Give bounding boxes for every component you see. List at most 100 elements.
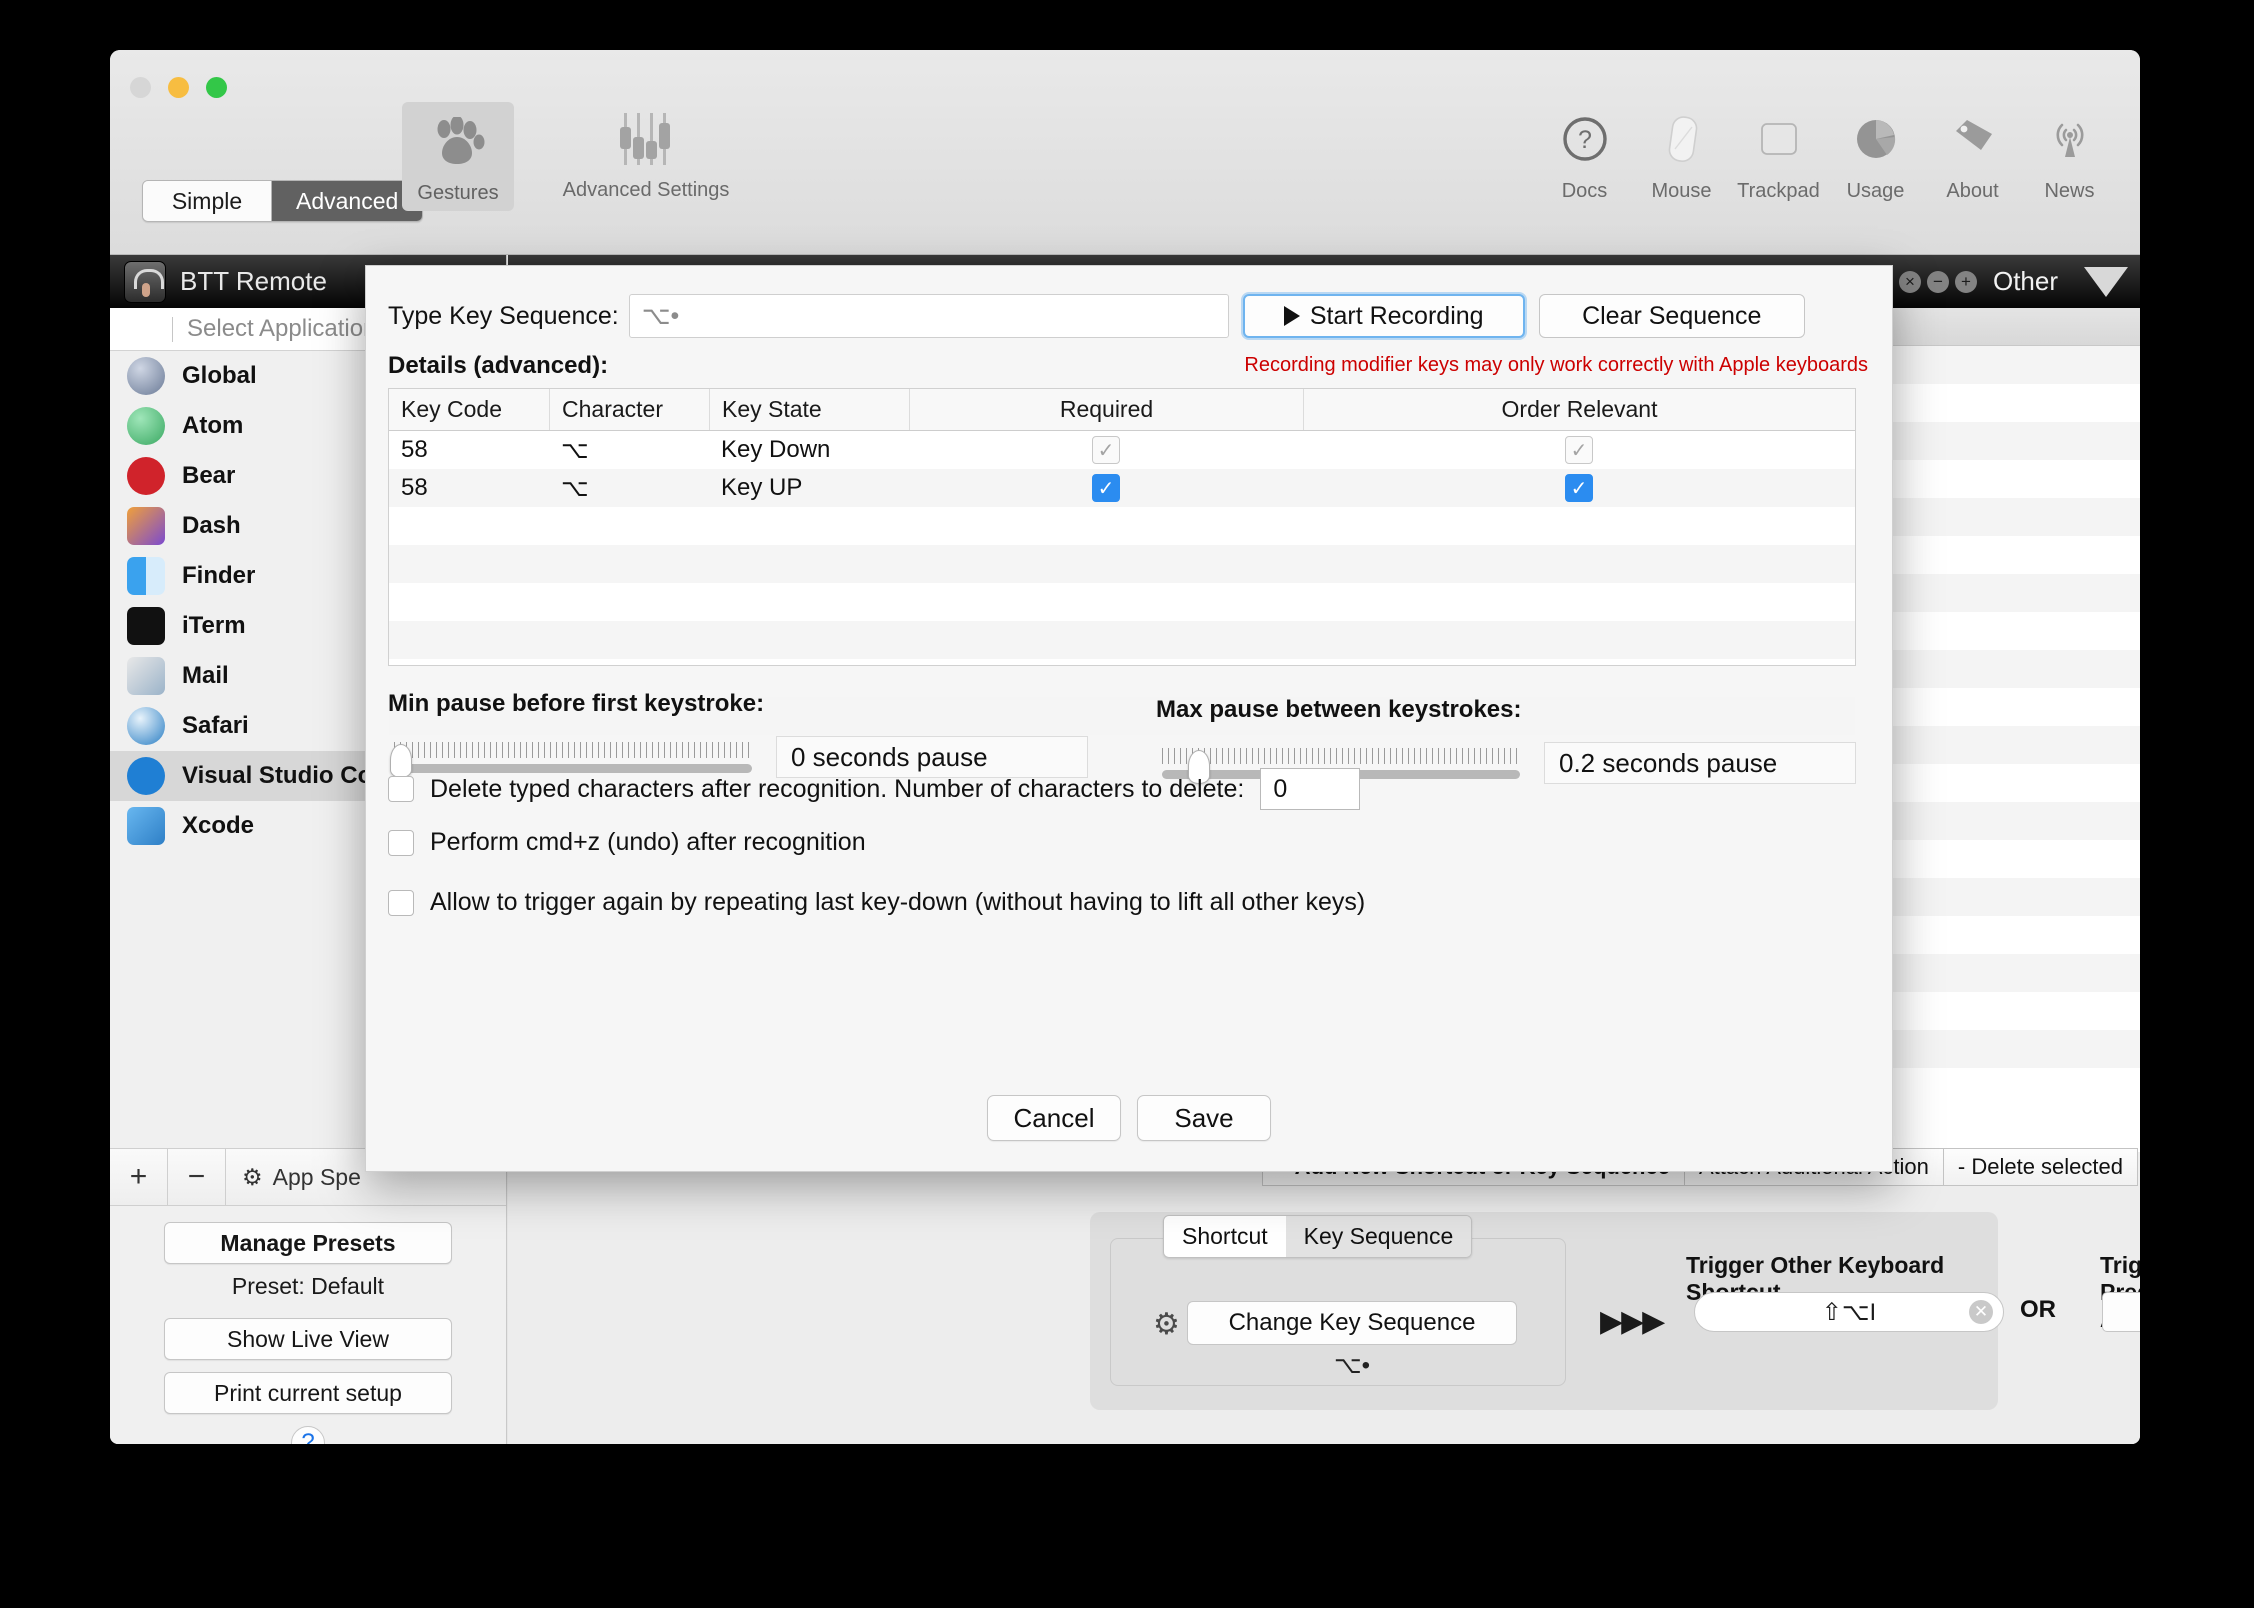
toolbar-item-about[interactable]: About bbox=[1924, 108, 2021, 203]
recording-warning-text: Recording modifier keys may only work co… bbox=[1244, 354, 1868, 376]
close-group-icon[interactable]: × bbox=[1898, 270, 1921, 293]
trackpad-icon bbox=[1755, 108, 1803, 170]
table-row-empty[interactable] bbox=[389, 583, 1855, 621]
option-perform-undo[interactable]: Perform cmd+z (undo) after recognition bbox=[388, 828, 866, 857]
checkbox-required-checked[interactable]: ✓ bbox=[1092, 474, 1120, 502]
add-application-button[interactable]: + bbox=[110, 1149, 168, 1205]
btt-remote-icon bbox=[124, 260, 166, 303]
min-pause-control: Min pause before first keystroke: 0 seco… bbox=[388, 690, 1088, 778]
key-sequence-input[interactable]: ⌥• bbox=[628, 294, 1229, 338]
toolbar-item-advanced-settings-label: Advanced Settings bbox=[562, 179, 730, 201]
toolbar-item-trackpad-label: Trackpad bbox=[1737, 180, 1820, 202]
preset-label: Preset: Default bbox=[231, 1273, 385, 1299]
vscode-app-icon bbox=[127, 757, 165, 795]
checkbox-perform-undo[interactable] bbox=[388, 829, 414, 856]
table-row[interactable]: 58 ⌥ Key Down ✓ ✓ bbox=[389, 431, 1855, 469]
clear-shortcut-icon[interactable]: ✕ bbox=[1969, 1300, 1993, 1324]
gear-icon[interactable]: ⚙ bbox=[1153, 1307, 1180, 1342]
toolbar-item-news[interactable]: News bbox=[2021, 108, 2118, 203]
tab-shortcut[interactable]: Shortcut bbox=[1164, 1216, 1286, 1257]
cancel-button[interactable]: Cancel bbox=[987, 1095, 1121, 1141]
mode-simple-button[interactable]: Simple bbox=[143, 181, 271, 221]
key-details-table[interactable]: Key Code Character Key State Required Or… bbox=[388, 388, 1856, 735]
key-sequence-input-row: Type Key Sequence: ⌥• Start Recording Cl… bbox=[388, 294, 1870, 338]
print-current-setup-button[interactable]: Print current setup bbox=[164, 1372, 452, 1414]
toolbar-item-gestures[interactable]: Gestures bbox=[402, 102, 514, 211]
other-shortcut-field[interactable]: ⇧⌥I ✕ bbox=[1694, 1292, 2004, 1332]
app-name: Finder bbox=[182, 562, 256, 589]
change-key-sequence-button[interactable]: Change Key Sequence bbox=[1187, 1301, 1517, 1345]
max-pause-value: 0.2 seconds pause bbox=[1544, 742, 1856, 784]
dialog-footer: Cancel Save bbox=[366, 1095, 1892, 1141]
column-header-key-state: Key State bbox=[709, 389, 909, 430]
svg-text:?: ? bbox=[1578, 126, 1592, 154]
app-name: Safari bbox=[182, 712, 249, 739]
clear-sequence-button[interactable]: Clear Sequence bbox=[1538, 294, 1805, 338]
sidebar-app-title: BTT Remote bbox=[180, 266, 327, 296]
checkbox-order-relevant-checked[interactable]: ✓ bbox=[1565, 474, 1593, 502]
cell-order-relevant[interactable]: ✓ bbox=[1303, 474, 1855, 502]
tag-icon bbox=[1949, 108, 1997, 170]
cell-required[interactable]: ✓ bbox=[909, 436, 1303, 464]
key-sequence-dialog: Type Key Sequence: ⌥• Start Recording Cl… bbox=[365, 265, 1893, 1172]
start-recording-button[interactable]: Start Recording bbox=[1242, 294, 1525, 338]
app-name: Xcode bbox=[182, 812, 255, 839]
arrows-icon: ▶▶▶ bbox=[1600, 1305, 1665, 1338]
manage-presets-button[interactable]: Manage Presets bbox=[164, 1222, 452, 1264]
toolbar-item-docs[interactable]: ? Docs bbox=[1536, 108, 1633, 203]
expand-group-icon[interactable]: + bbox=[1954, 270, 1977, 293]
close-window-button[interactable] bbox=[130, 77, 151, 98]
finder-app-icon bbox=[127, 557, 165, 595]
cell-order-relevant[interactable]: ✓ bbox=[1303, 436, 1855, 464]
cell-required[interactable]: ✓ bbox=[909, 474, 1303, 502]
table-row-empty[interactable] bbox=[389, 621, 1855, 659]
trigger-configuration-panel: Shortcut Key Sequence ⚙ Change Key Seque… bbox=[1090, 1212, 2140, 1410]
column-header-key-code: Key Code bbox=[401, 396, 503, 422]
checkbox-order-relevant-disabled[interactable]: ✓ bbox=[1565, 436, 1593, 464]
column-header-required: Required bbox=[909, 389, 1303, 430]
table-row-empty[interactable] bbox=[389, 545, 1855, 583]
checkbox-required-disabled[interactable]: ✓ bbox=[1092, 436, 1120, 464]
app-name: Global bbox=[182, 362, 257, 389]
toolbar-item-mouse[interactable]: Mouse bbox=[1633, 108, 1730, 203]
sliders-icon bbox=[618, 108, 674, 170]
collapse-group-icon[interactable]: − bbox=[1926, 270, 1949, 293]
max-pause-label: Max pause between keystrokes: bbox=[1156, 696, 1522, 723]
option-allow-retrigger[interactable]: Allow to trigger again by repeating last… bbox=[388, 888, 1365, 917]
toolbar-item-advanced-settings[interactable]: Advanced Settings bbox=[526, 108, 766, 202]
option-delete-typed-characters[interactable]: Delete typed characters after recognitio… bbox=[388, 768, 1361, 810]
atom-app-icon bbox=[127, 407, 165, 445]
app-specific-label: App Spe bbox=[272, 1163, 361, 1190]
characters-to-delete-input[interactable]: 0 bbox=[1260, 768, 1361, 810]
key-sequence-preview: ⌥• bbox=[1333, 1352, 1371, 1379]
trigger-type-tabs[interactable]: Shortcut Key Sequence bbox=[1163, 1215, 1473, 1258]
help-button[interactable]: ? bbox=[291, 1426, 325, 1444]
safari-app-icon bbox=[127, 707, 165, 745]
cell-key-code: 58 bbox=[401, 474, 428, 501]
btt-main-window: Simple Advanced Gestures Advanced Settin… bbox=[110, 50, 2140, 1444]
checkbox-allow-retrigger[interactable] bbox=[388, 889, 414, 916]
cell-key-state: Key UP bbox=[721, 474, 803, 501]
other-group-header: × − + Other bbox=[1898, 266, 2058, 297]
predefined-action-select[interactable]: No Action ▲▼ bbox=[2102, 1292, 2140, 1332]
mode-segmented-control[interactable]: Simple Advanced bbox=[142, 180, 424, 222]
minimize-window-button[interactable] bbox=[168, 77, 189, 98]
search-divider bbox=[172, 316, 173, 342]
toolbar-right-group: ? Docs Mouse Trackpad Usage About News bbox=[1536, 108, 2118, 203]
show-live-view-button[interactable]: Show Live View bbox=[164, 1318, 452, 1360]
toolbar-item-trackpad[interactable]: Trackpad bbox=[1730, 108, 1827, 203]
table-row-empty[interactable] bbox=[389, 507, 1855, 545]
bear-app-icon bbox=[127, 457, 165, 495]
toolbar-item-gestures-label: Gestures bbox=[417, 182, 499, 204]
toolbar-item-usage[interactable]: Usage bbox=[1827, 108, 1924, 203]
mode-advanced-button[interactable]: Advanced bbox=[271, 181, 423, 221]
zoom-window-button[interactable] bbox=[206, 77, 227, 98]
checkbox-delete-typed-characters[interactable] bbox=[388, 776, 414, 802]
tab-key-sequence[interactable]: Key Sequence bbox=[1285, 1216, 1472, 1257]
save-button[interactable]: Save bbox=[1137, 1095, 1271, 1141]
delete-selected-button[interactable]: - Delete selected bbox=[1942, 1148, 2138, 1186]
table-row[interactable]: 58 ⌥ Key UP ✓ ✓ bbox=[389, 469, 1855, 507]
remove-application-button[interactable]: − bbox=[168, 1149, 226, 1205]
sidebar-lower-controls: Manage Presets Preset: Default Show Live… bbox=[110, 1206, 506, 1444]
triangle-down-icon[interactable] bbox=[2084, 266, 2128, 297]
